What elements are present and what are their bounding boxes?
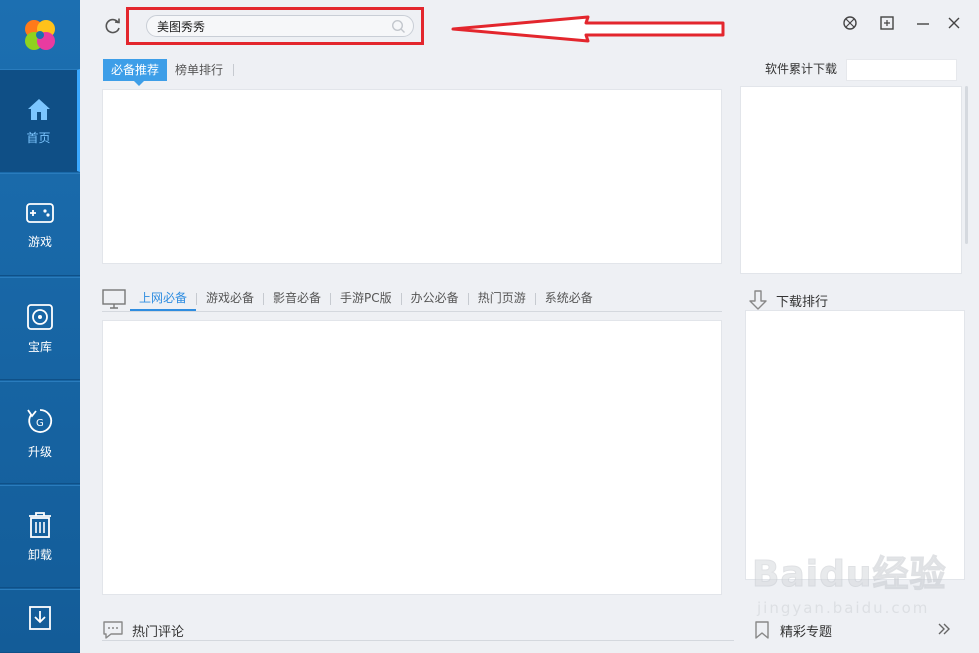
sidebar-item-label: 游戏	[27, 234, 52, 249]
sidebar-item-label: 升级	[27, 444, 52, 459]
annotation-highlight-box	[126, 7, 424, 45]
download-rank-panel	[745, 310, 965, 580]
disc-icon	[27, 303, 53, 330]
scrollbar[interactable]	[965, 86, 968, 244]
total-downloads-panel	[740, 86, 962, 274]
download-icon	[29, 605, 51, 630]
tab-games[interactable]: 游戏必备	[197, 287, 263, 311]
settings-icon[interactable]	[879, 15, 895, 31]
top-tabs: 必备推荐 榜单排行	[103, 59, 236, 86]
tab-office[interactable]: 办公必备	[402, 287, 468, 311]
sidebar-item-label: 卸载	[27, 547, 52, 562]
close-icon[interactable]	[946, 15, 962, 31]
monitor-icon	[102, 289, 126, 309]
comment-icon	[103, 621, 123, 639]
trash-icon	[29, 511, 51, 538]
sidebar-item-uninstall[interactable]: 卸载	[0, 485, 80, 588]
tab-internet[interactable]: 上网必备	[130, 287, 197, 311]
app-logo	[0, 0, 80, 70]
refresh-icon[interactable]	[104, 17, 122, 35]
tab-divider	[233, 64, 235, 76]
sidebar-item-label: 宝库	[27, 339, 52, 354]
tab-rankings[interactable]: 榜单排行	[167, 59, 231, 81]
tab-recommended[interactable]: 必备推荐	[103, 59, 168, 86]
baidu-watermark: Baidu经验 jingyan.baidu.com	[751, 545, 977, 635]
svg-text:G: G	[36, 418, 44, 429]
tab-web-games[interactable]: 热门页游	[469, 287, 535, 311]
sidebar-item-upgrade[interactable]: G 升级	[0, 381, 80, 484]
sidebar: 首页 游戏 宝库 G 升级 卸载	[0, 0, 80, 653]
watermark-url: jingyan.baidu.com	[757, 599, 930, 617]
tab-mobile-games-pc[interactable]: 手游PC版	[331, 287, 401, 311]
skin-icon[interactable]	[842, 15, 858, 31]
total-downloads-value	[846, 59, 957, 81]
top-bar	[80, 0, 979, 52]
recommended-panel	[102, 89, 722, 264]
hot-comments-title: 热门评论	[102, 620, 184, 640]
download-rank-title: 下载排行	[748, 290, 828, 310]
annotation-arrow-icon	[451, 15, 725, 43]
download-rank-label: 下载排行	[776, 294, 829, 310]
total-downloads-label: 软件累计下载	[765, 62, 838, 76]
sidebar-item-label: 首页	[26, 130, 51, 145]
download-arrow-icon	[749, 290, 767, 310]
minimize-icon[interactable]	[915, 15, 931, 31]
hot-comments-underline	[102, 640, 734, 641]
home-icon	[27, 98, 50, 120]
category-tabs-underline	[102, 311, 722, 312]
sidebar-item-download[interactable]	[0, 589, 80, 653]
sidebar-item-treasury[interactable]: 宝库	[0, 277, 80, 380]
upgrade-icon: G	[27, 408, 53, 433]
tab-media[interactable]: 影音必备	[264, 287, 330, 311]
category-tabs: 上网必备 游戏必备 影音必备 手游PC版 办公必备 热门页游 系统必备	[102, 287, 722, 311]
sidebar-item-home[interactable]: 首页	[0, 69, 80, 172]
clover-logo-icon	[25, 20, 55, 50]
gamepad-icon	[26, 202, 54, 223]
tab-system[interactable]: 系统必备	[536, 287, 602, 311]
sidebar-item-games[interactable]: 游戏	[0, 173, 80, 276]
category-content-panel	[102, 320, 722, 595]
hot-comments-label: 热门评论	[132, 624, 185, 640]
main-area: 必备推荐 榜单排行 软件累计下载 上网必备 游戏必备 影音必备 手游PC版 办公…	[80, 0, 979, 653]
watermark-brand: Baidu经验	[751, 554, 947, 596]
